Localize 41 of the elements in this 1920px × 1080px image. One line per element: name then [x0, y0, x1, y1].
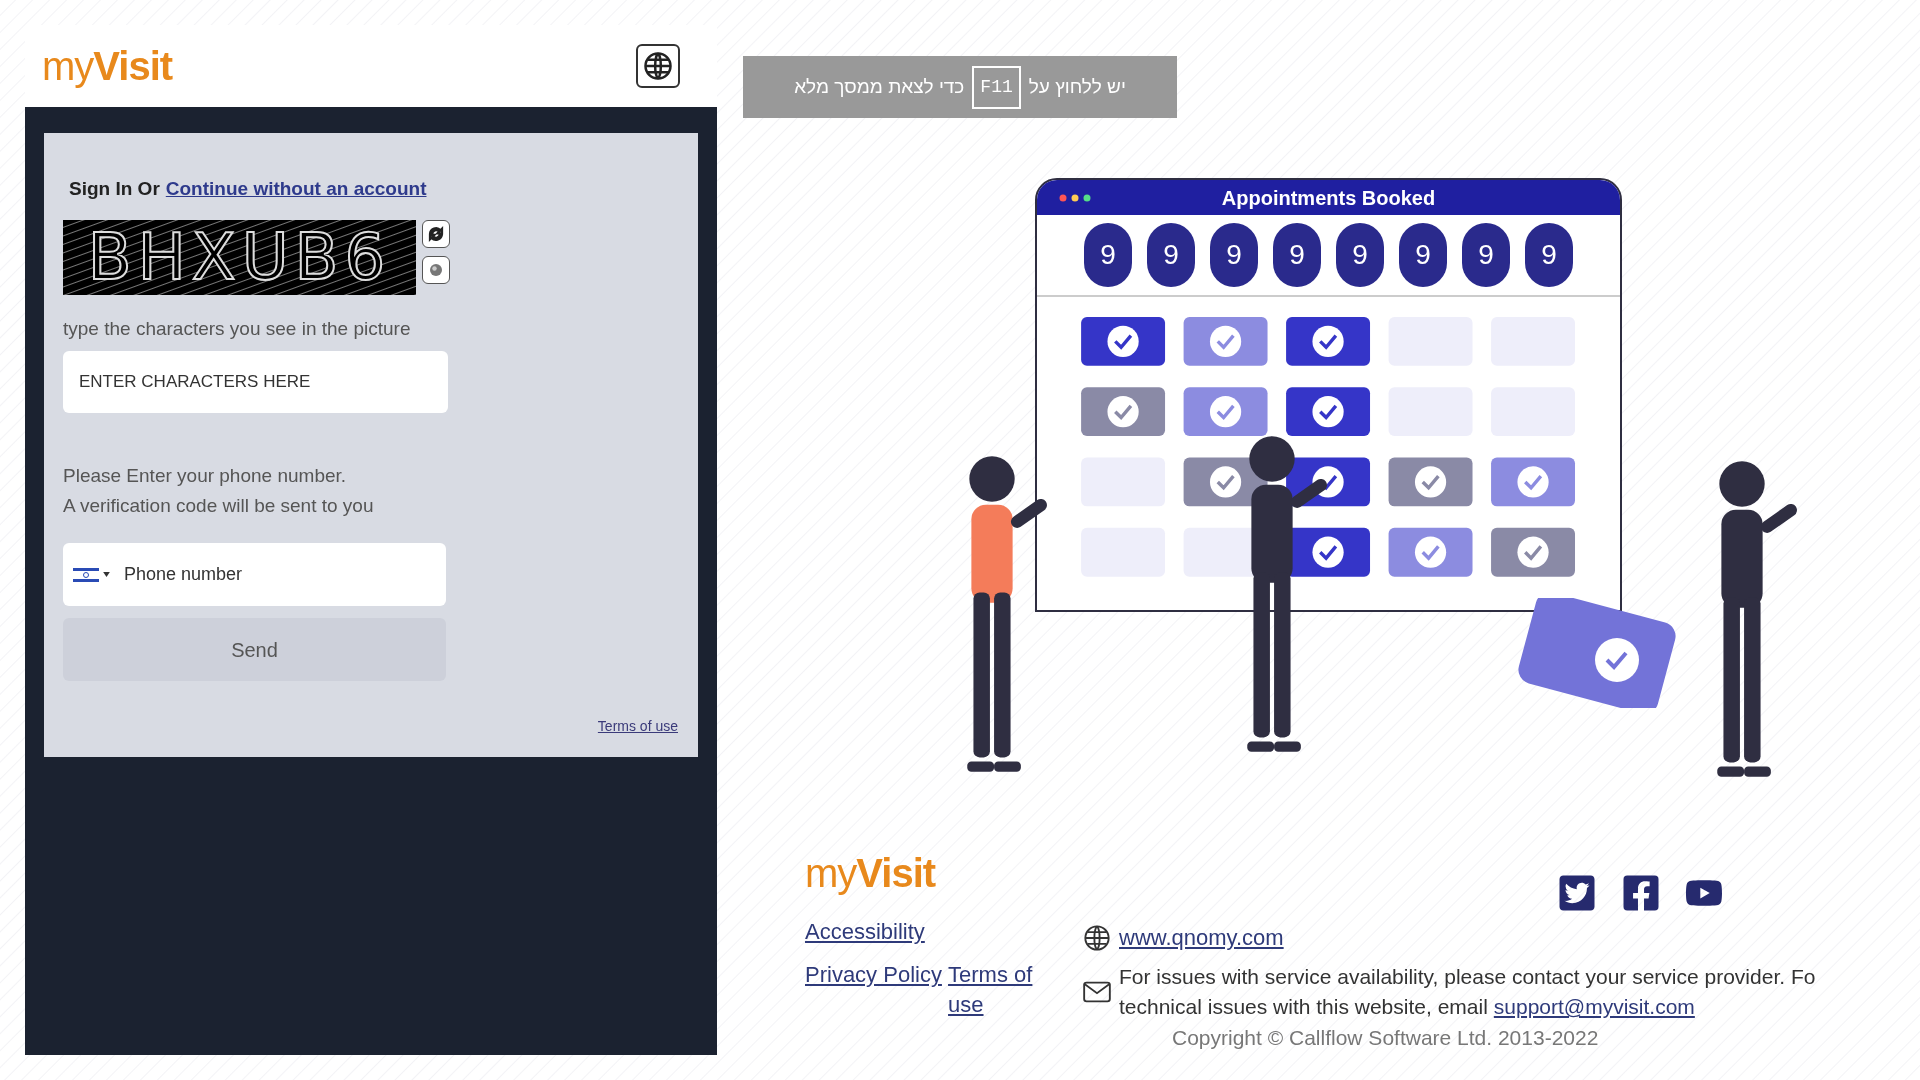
captcha-hint: type the characters you see in the picture	[63, 316, 412, 341]
counter-digit: 9	[1273, 223, 1321, 288]
f11-key: F11	[972, 65, 1021, 109]
counter-digit: 9	[1399, 223, 1447, 288]
copyright-text: Copyright © Callflow Software Ltd. 2013-2022	[1172, 1025, 1600, 1051]
myvisit-logo: myVisit	[42, 46, 173, 86]
audio-icon[interactable]	[422, 255, 450, 284]
notice-text: כדי לצאת ממסך מלא	[794, 74, 965, 99]
counter-digit: 9	[1336, 223, 1384, 288]
notice-text: יש ללחוץ על	[1028, 74, 1126, 99]
privacy-policy-link[interactable]: Privacy Policy	[805, 962, 942, 987]
israel-flag-icon[interactable]	[73, 565, 99, 584]
continue-without-account-link[interactable]: Continue without an account	[165, 175, 427, 204]
counter-digit: 9	[1525, 223, 1573, 288]
captcha-input-field[interactable]: ENTER CHARACTERS HERE	[63, 351, 448, 413]
send-button[interactable]: Send	[63, 618, 446, 681]
contact-text: technical issues with this website, email	[1119, 994, 1488, 1020]
counter-digit: 9	[1147, 223, 1195, 288]
twitter-icon[interactable]	[1557, 873, 1598, 913]
counter-digit: 9	[1210, 223, 1258, 288]
terms-of-use-link[interactable]: Terms of use	[597, 716, 678, 737]
support-email-link[interactable]: support@myvisit.com	[1493, 992, 1695, 1022]
website-link[interactable]: www.qnomy.com	[1119, 921, 1284, 954]
phone-instructions: Please Enter your phone number.	[63, 464, 348, 488]
language-globe-icon[interactable]	[636, 44, 680, 88]
myvisit-logo: myVisit	[805, 853, 936, 893]
facebook-icon[interactable]	[1621, 873, 1662, 913]
mail-icon	[1083, 981, 1111, 1003]
globe-icon	[1083, 923, 1111, 952]
phone-input-field[interactable]: Phone number	[124, 561, 436, 588]
counter-digit: 9	[1084, 223, 1132, 288]
accessibility-link[interactable]: Accessibility	[805, 915, 1073, 948]
contact-text: For issues with service availability, please contact your service provider. Fo	[1119, 964, 1816, 990]
counter-digit: 9	[1462, 223, 1510, 288]
sign-in-label: Sign In Or	[69, 177, 160, 201]
captcha-image: BHXUB6	[63, 219, 416, 295]
phone-instructions: A verification code will be sent to you	[63, 494, 375, 518]
calendar-title: Appointments Booked	[1221, 185, 1436, 211]
caret-icon[interactable]	[103, 572, 110, 577]
phone-field[interactable]: Phone number	[63, 543, 446, 606]
terms-of-use-link[interactable]: Terms of use	[948, 960, 1049, 1020]
